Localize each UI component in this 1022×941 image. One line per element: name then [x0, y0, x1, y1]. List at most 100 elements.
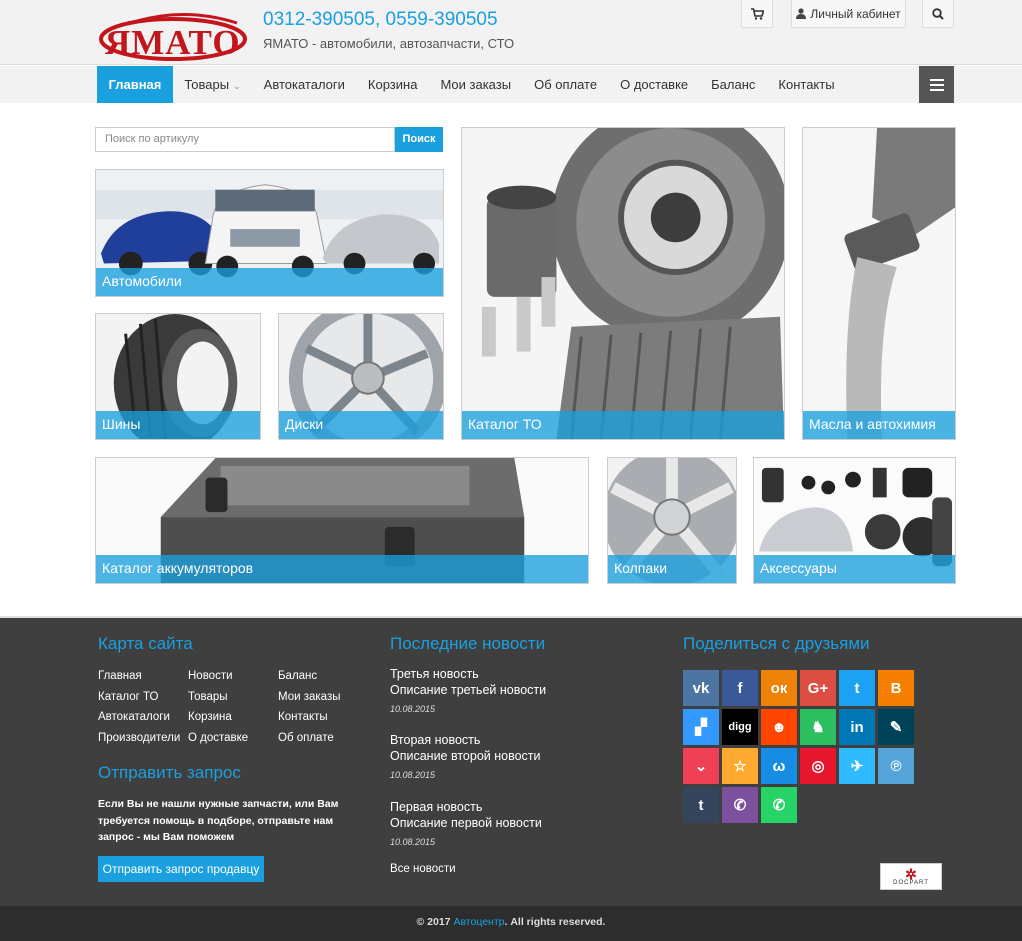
news-item[interactable]: Первая новость Описание первой новости 1… — [390, 799, 650, 847]
share-mail-ru-star-button[interactable]: ☆ — [722, 748, 758, 784]
livejournal-icon: ✎ — [889, 719, 903, 736]
logo-text: ЯМАТО — [105, 23, 241, 62]
share-pocket-button[interactable]: ⌄ — [683, 748, 719, 784]
copyright-link[interactable]: Автоцентр — [453, 916, 504, 928]
share-weibo-button[interactable]: ◎ — [800, 748, 836, 784]
facebook-icon: f — [737, 679, 743, 697]
menu-toggle-button[interactable] — [919, 66, 954, 103]
account-button[interactable]: Личный кабинет — [791, 0, 906, 28]
share-linkedin-button[interactable]: in — [839, 709, 875, 745]
send-request-button[interactable]: Отправить запрос продавцу — [98, 856, 264, 882]
share-evernote-button[interactable]: ♞ — [800, 709, 836, 745]
sitemap-link[interactable]: Корзина — [188, 710, 278, 725]
tile-batteries-caption: Каталог аккумуляторов — [96, 555, 588, 583]
tile-hubcaps-caption: Колпаки — [608, 555, 736, 583]
surfingbird-icon: ✈ — [850, 758, 864, 775]
news-item-title[interactable]: Третья новость — [390, 666, 650, 682]
tile-wheels[interactable]: Диски — [278, 313, 444, 440]
nav-item-cart[interactable]: Корзина — [356, 66, 429, 103]
sitemap-link[interactable]: О доставке — [188, 731, 278, 746]
whatsapp-icon: ✆ — [772, 797, 786, 814]
tile-batteries[interactable]: Каталог аккумуляторов — [95, 457, 589, 584]
copyright-suffix: . All rights reserved. — [504, 916, 606, 928]
sitemap-title: Карта сайта — [98, 634, 193, 653]
header-search-button[interactable] — [922, 0, 954, 28]
share-digg-button[interactable]: digg — [722, 709, 758, 745]
tile-tires[interactable]: Шины — [95, 313, 261, 440]
tile-accessories[interactable]: Аксессуары — [753, 457, 956, 584]
nav-item-contacts[interactable]: Контакты — [767, 66, 846, 103]
sitemap-link[interactable]: Товары — [188, 690, 278, 705]
share-whatsapp-button[interactable]: ✆ — [761, 787, 797, 823]
sitemap-link[interactable]: Главная — [98, 669, 188, 684]
share-odnoklassniki-button[interactable]: ок — [761, 670, 797, 706]
share-pinme-button[interactable]: ℗ — [878, 748, 914, 784]
account-button-label: Личный кабинет — [810, 6, 901, 21]
news-item[interactable]: Третья новость Описание третьей новости … — [390, 666, 650, 714]
share-blogger-button[interactable]: B — [878, 670, 914, 706]
copyright-prefix: © 2017 — [416, 916, 451, 928]
news-item-desc: Описание первой новости — [390, 816, 542, 830]
nav-item-autocatalogs[interactable]: Автокаталоги — [252, 66, 356, 103]
cart-button[interactable] — [741, 0, 773, 28]
share-surfingbird-button[interactable]: ✈ — [839, 748, 875, 784]
news-title: Последние новости — [390, 634, 546, 653]
tile-maintenance-catalog[interactable]: Каталог ТО — [461, 127, 785, 440]
nav-item-delivery[interactable]: О доставке — [609, 66, 700, 103]
header-phones[interactable]: 0312-390505, 0559-390505 — [263, 9, 498, 31]
tile-accessories-caption: Аксессуары — [754, 555, 955, 583]
news-item[interactable]: Вторая новость Описание второй новости 1… — [390, 732, 650, 780]
nav-item-products-label: Товары — [184, 77, 230, 92]
tile-hubcaps[interactable]: Колпаки — [607, 457, 737, 584]
news-item-title[interactable]: Вторая новость — [390, 732, 650, 748]
tile-maintenance-caption: Каталог ТО — [462, 411, 784, 439]
docpart-logo[interactable]: ✲ DOCPART — [880, 863, 942, 890]
reddit-icon: ☻ — [771, 718, 787, 736]
request-title: Отправить запрос — [98, 763, 241, 782]
nav-item-products[interactable]: Товары ⌄ — [173, 66, 252, 103]
share-vk-button[interactable]: vk — [683, 670, 719, 706]
request-text: Если Вы не нашли нужные запчасти, или Ва… — [98, 798, 339, 843]
sitemap-link[interactable]: Автокаталоги — [98, 710, 188, 725]
oil-pour-image — [803, 128, 955, 439]
news-item-date: 10.08.2015 — [390, 770, 436, 780]
sitemap-links: Главная Новости Баланс Каталог ТО Товары… — [98, 669, 368, 745]
share-tumblr-button[interactable]: t — [683, 787, 719, 823]
nav-item-payment[interactable]: Об оплате — [523, 66, 609, 103]
all-news-link[interactable]: Все новости — [390, 863, 456, 875]
share-livejournal-button[interactable]: ✎ — [878, 709, 914, 745]
sitemap-link[interactable]: Об оплате — [278, 731, 368, 746]
mail-ru-star-icon: ☆ — [733, 758, 747, 775]
share-reddit-button[interactable]: ☻ — [761, 709, 797, 745]
vk-icon: vk — [692, 679, 710, 697]
share-facebook-button[interactable]: f — [722, 670, 758, 706]
nav-item-my-orders[interactable]: Мои заказы — [429, 66, 523, 103]
delicious-icon: ▞ — [695, 719, 707, 736]
sitemap-link[interactable]: Баланс — [278, 669, 368, 684]
digg-icon: digg — [728, 721, 752, 733]
share-mail-ru-button[interactable]: ω — [761, 748, 797, 784]
news-item-desc: Описание третьей новости — [390, 683, 547, 697]
tile-oils[interactable]: Масла и автохимия — [802, 127, 956, 440]
sitemap-link[interactable]: Мои заказы — [278, 690, 368, 705]
share-twitter-button[interactable]: t — [839, 670, 875, 706]
pinme-icon: ℗ — [890, 757, 902, 775]
nav-item-home[interactable]: Главная — [97, 66, 173, 103]
hamburger-icon — [929, 78, 944, 81]
article-search-button[interactable]: Поиск — [395, 127, 443, 152]
sitemap-link[interactable]: Каталог ТО — [98, 690, 188, 705]
sitemap-link[interactable]: Контакты — [278, 710, 368, 725]
nav-item-balance[interactable]: Баланс — [700, 66, 767, 103]
sitemap-link[interactable]: Новости — [188, 669, 278, 684]
blogger-icon: B — [890, 679, 902, 697]
share-google-plus-button[interactable]: G+ — [800, 670, 836, 706]
news-item-title[interactable]: Первая новость — [390, 799, 650, 815]
tile-cars[interactable]: Автомобили — [95, 169, 444, 297]
article-search-input[interactable]: Поиск по артикулу — [95, 127, 395, 152]
site-logo[interactable]: ЯМАТО — [97, 3, 249, 62]
sitemap-link[interactable]: Производители — [98, 731, 188, 746]
share-delicious-button[interactable]: ▞ — [683, 709, 719, 745]
news-item-desc: Описание второй новости — [390, 749, 541, 763]
copyright-bar: © 2017 Автоцентр. All rights reserved. — [0, 906, 1022, 941]
share-viber-button[interactable]: ✆ — [722, 787, 758, 823]
